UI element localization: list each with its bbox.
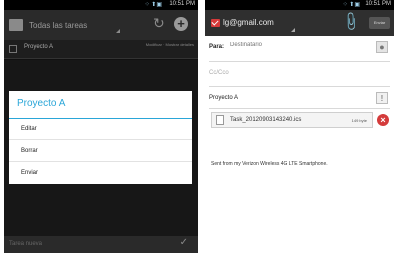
- divider: [209, 61, 390, 62]
- gmail-icon: [211, 19, 220, 27]
- status-time: 10:51 PM: [169, 1, 195, 7]
- menu-item-label: Enviar: [21, 170, 39, 176]
- status-bar: ⁘ ⬆▣ 10:51 PM: [205, 0, 394, 10]
- menu-item-edit[interactable]: Editar: [9, 119, 192, 140]
- cc-field[interactable]: Cc/Cco: [209, 70, 229, 76]
- menu-item-label: Borrar: [21, 148, 38, 154]
- priority-icon[interactable]: !: [376, 92, 388, 104]
- status-bar: ⁘ ⬆▣ 10:51 PM: [4, 0, 198, 10]
- task-name: Proyecto A: [24, 44, 54, 50]
- list-selector[interactable]: Todas las tareas: [29, 21, 87, 30]
- divider: [209, 108, 390, 109]
- compose-email-screen: ⁘ ⬆▣ 10:51 PM lg@gmail.com 📎 Enviar Para…: [205, 0, 394, 253]
- to-row: Para: ●: [205, 40, 394, 56]
- task-checkbox[interactable]: [9, 45, 17, 53]
- signal-icons: ⁘ ⬆▣: [144, 2, 162, 8]
- task-meta: Modificar · Mostrar detalles: [145, 42, 194, 47]
- status-time: 10:51 PM: [365, 1, 391, 7]
- menu-item-send[interactable]: Enviar: [9, 163, 192, 184]
- new-task-bar: Tarea nueva ✓: [4, 236, 198, 253]
- dropdown-arrow-icon[interactable]: [291, 28, 295, 32]
- email-signature[interactable]: Sent from my Verizon Wireless 4G LTE Sma…: [211, 161, 328, 167]
- dialog-title: Proyecto A: [17, 98, 66, 109]
- action-bar: Todas las tareas ↻ +: [4, 10, 198, 40]
- tasks-screen: ⁘ ⬆▣ 10:51 PM Todas las tareas ↻ + Proye…: [4, 0, 198, 253]
- document-icon: [216, 115, 224, 125]
- confirm-check-icon[interactable]: ✓: [180, 237, 188, 248]
- account-selector[interactable]: lg@gmail.com: [223, 18, 274, 27]
- signal-icons: ⁘ ⬆▣: [342, 2, 360, 8]
- recipient-input[interactable]: [230, 42, 330, 48]
- attachment-name: Task_20120903143240.ics: [230, 117, 302, 123]
- send-button[interactable]: Enviar: [369, 17, 390, 29]
- action-bar: lg@gmail.com 📎 Enviar: [205, 10, 394, 36]
- to-label: Para:: [209, 44, 225, 50]
- context-dialog: Proyecto A Editar Borrar Enviar: [9, 91, 192, 184]
- divider: [209, 86, 390, 87]
- new-task-input[interactable]: Tarea nueva: [9, 241, 42, 247]
- contact-picker-icon[interactable]: ●: [376, 41, 388, 53]
- add-task-icon[interactable]: +: [174, 17, 188, 31]
- task-row[interactable]: Proyecto A Modificar · Mostrar detalles: [4, 40, 198, 59]
- dropdown-arrow-icon[interactable]: [116, 29, 120, 33]
- subject-field[interactable]: Proyecto A: [209, 95, 238, 101]
- tasks-app-icon: [9, 19, 23, 31]
- paperclip-icon[interactable]: 📎: [340, 11, 362, 33]
- menu-item-label: Editar: [21, 126, 37, 132]
- attachment-chip[interactable]: Task_20120903143240.ics 149 byte: [211, 112, 373, 128]
- sync-icon[interactable]: ↻: [153, 16, 165, 30]
- menu-item-delete[interactable]: Borrar: [9, 141, 192, 162]
- remove-attachment-icon[interactable]: ×: [377, 114, 389, 126]
- attachment-size: 149 byte: [351, 118, 367, 123]
